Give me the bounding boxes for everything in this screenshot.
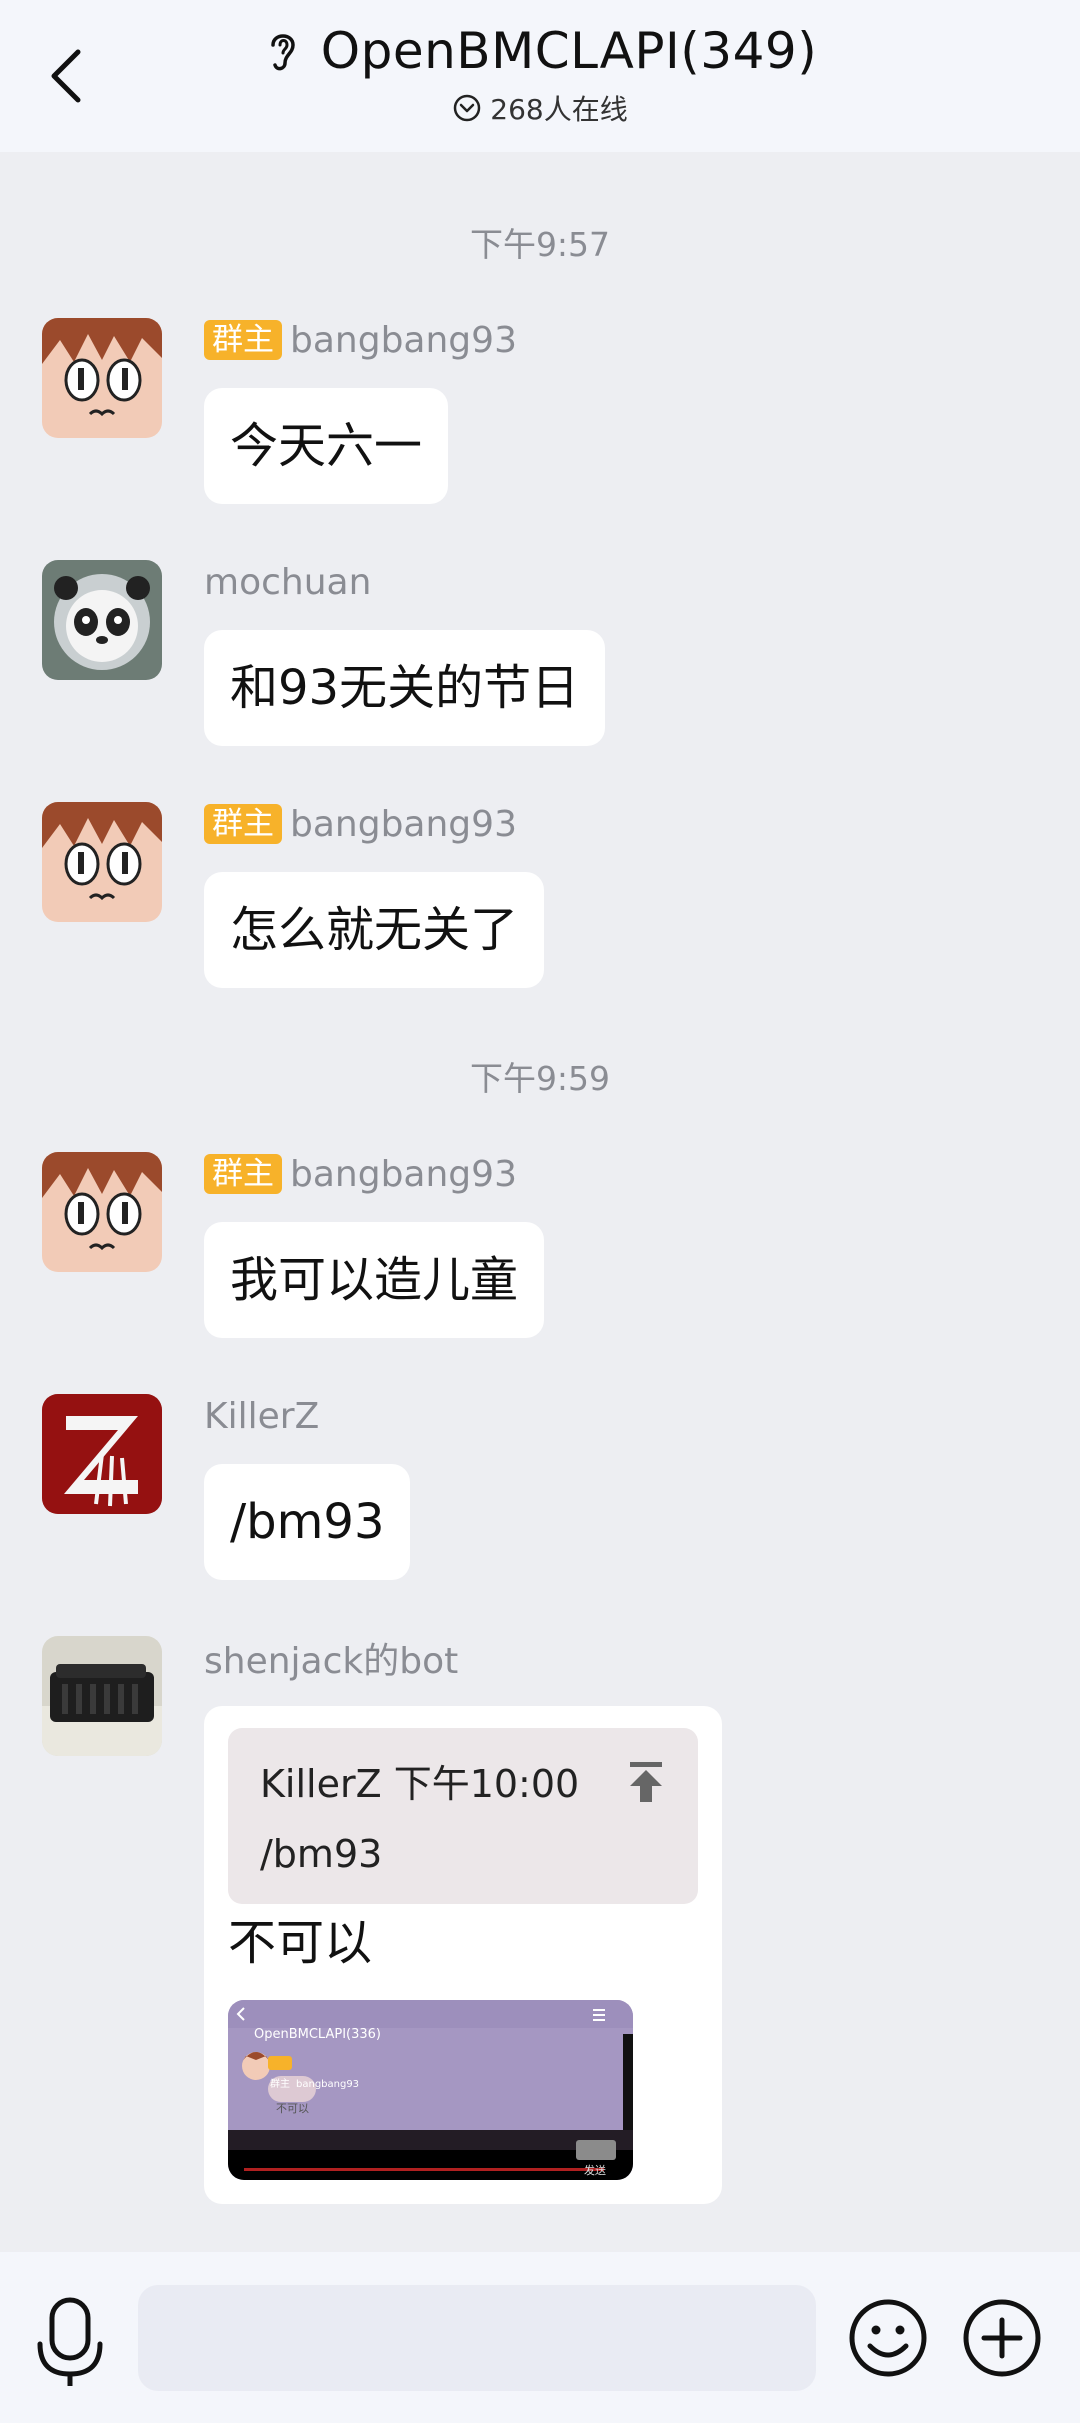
owner-badge: 群主 — [204, 1154, 282, 1194]
thumb-bubble: 不可以 — [276, 2102, 309, 2115]
avatar[interactable] — [42, 1152, 162, 1272]
online-count: 268人在线 — [490, 93, 628, 126]
group-title: OpenBMCLAPI(349) — [320, 22, 818, 80]
online-status[interactable]: 268人在线 — [0, 88, 1080, 128]
device-photo-avatar-icon — [42, 1636, 162, 1756]
sender-name[interactable]: bangbang93 — [290, 1154, 517, 1195]
timestamp: 下午9:59 — [469, 1059, 611, 1098]
microphone-icon[interactable] — [32, 2294, 108, 2388]
screenshot-thumbnail[interactable]: OpenBMCLAPI(336) 群主 bangbang93 不可以 发送 — [228, 2000, 633, 2180]
thumb-send: 发送 — [584, 2164, 606, 2177]
avatar[interactable] — [42, 318, 162, 438]
ear-icon — [271, 34, 295, 71]
quoted-message[interactable]: KillerZ 下午10:00 /bm93 — [228, 1728, 698, 1904]
sender-name[interactable]: mochuan — [204, 562, 371, 603]
avatar[interactable] — [42, 802, 162, 922]
owner-badge: 群主 — [204, 804, 282, 844]
avatar[interactable] — [42, 1394, 162, 1514]
avatar[interactable] — [42, 560, 162, 680]
message-bubble[interactable]: 和93无关的节日 — [204, 630, 606, 746]
panda-avatar-icon — [42, 560, 162, 680]
message-input[interactable] — [138, 2285, 816, 2391]
thumb-title: OpenBMCLAPI(336) — [254, 2027, 381, 2042]
title-row[interactable]: OpenBMCLAPI(349) — [0, 22, 1080, 80]
message-bubble[interactable]: 怎么就无关了 — [204, 872, 545, 988]
input-bar — [0, 2252, 1080, 2423]
chat-area[interactable]: 下午9:57 群主 bangbang93 今天六一 mochuan 和93无关的… — [0, 152, 1080, 2252]
anime-avatar-icon — [42, 1152, 162, 1272]
sender-name[interactable]: bangbang93 — [290, 320, 517, 361]
anime-avatar-icon — [42, 802, 162, 922]
sender-name[interactable]: shenjack的bot — [204, 1632, 458, 1684]
sender-name[interactable]: KillerZ — [204, 1396, 319, 1437]
zombie-z-avatar-icon — [42, 1394, 162, 1514]
quote-header: KillerZ 下午10:00 — [260, 1762, 580, 1806]
reply-text: 不可以 — [228, 1915, 373, 1971]
plus-circle-icon[interactable] — [960, 2296, 1044, 2380]
owner-badge: 群主 — [204, 320, 282, 360]
smiley-icon[interactable] — [846, 2296, 930, 2380]
message-bubble[interactable]: /bm93 — [204, 1464, 411, 1580]
sender-name[interactable]: bangbang93 — [290, 804, 517, 845]
message-bubble[interactable]: 我可以造儿童 — [204, 1222, 545, 1338]
timestamp: 下午9:57 — [469, 225, 611, 264]
chevron-down-circle-icon — [454, 94, 481, 122]
message-bubble[interactable]: KillerZ 下午10:00 /bm93 不可以 OpenBMCLAPI(33… — [204, 1706, 722, 2204]
anime-avatar-icon — [42, 318, 162, 438]
chat-header: OpenBMCLAPI(349) 268人在线 — [0, 0, 1080, 152]
message-bubble[interactable]: 今天六一 — [204, 388, 449, 504]
jump-to-top-icon[interactable] — [618, 1754, 674, 1810]
quote-text: /bm93 — [260, 1832, 383, 1876]
avatar[interactable] — [42, 1636, 162, 1756]
